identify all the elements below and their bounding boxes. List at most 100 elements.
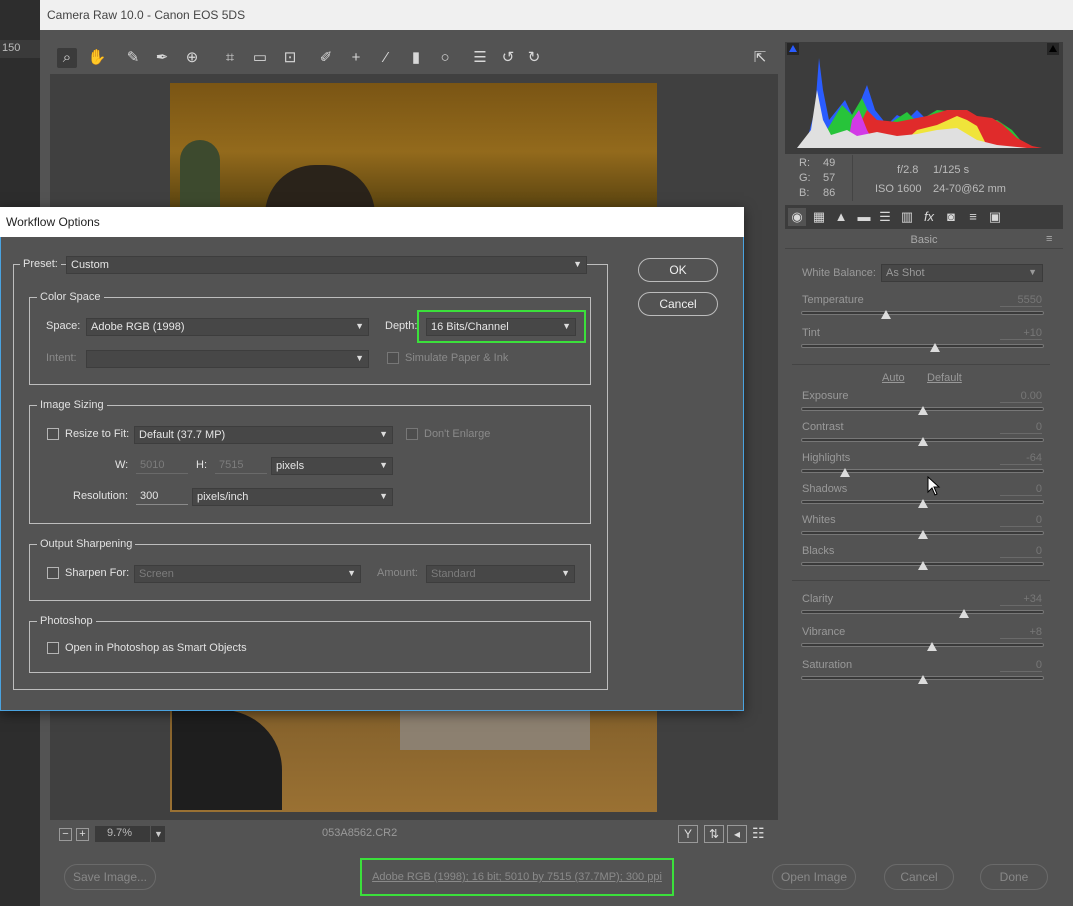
slider-value[interactable]: +10 [1000,327,1042,340]
targeted-adjust-icon[interactable]: ⊕ [182,48,202,68]
camera-calibration-tab-icon[interactable]: ◙ [942,208,960,226]
slider-thumb[interactable] [929,343,940,352]
copy-settings-icon[interactable]: ◂ [727,825,747,843]
crop-icon[interactable]: ⌗ [220,48,240,68]
spot-removal-icon[interactable]: ✐ [316,48,336,68]
chevron-down-icon[interactable]: ▼ [150,826,166,842]
size-unit-value: pixels [276,460,305,472]
zoom-icon[interactable]: ⌕ [57,48,77,68]
height-label: H: [196,459,207,471]
list-icon[interactable]: ☰ [470,48,490,68]
zoom-in-button[interactable]: + [76,828,89,841]
default-link[interactable]: Default [927,372,962,384]
graduated-filter-icon[interactable]: ▮ [406,48,426,68]
chevron-down-icon: ▼ [1028,267,1037,277]
color-sampler-icon[interactable]: ✒ [152,48,172,68]
sharpen-for-checkbox[interactable] [47,567,59,579]
b-label: B: [799,187,810,199]
swap-icon[interactable]: ⇅ [704,825,724,843]
preset-label: Preset: [20,258,61,270]
white-balance-select[interactable]: As Shot ▼ [881,264,1043,282]
white-balance-icon[interactable]: ✎ [123,48,143,68]
before-after-icon[interactable]: Y [678,825,698,843]
resolution-input[interactable]: 300 [136,488,188,505]
slider-value[interactable]: 0 [1000,483,1042,496]
split-toning-tab-icon[interactable]: ☰ [876,208,894,226]
ok-button[interactable]: OK [638,258,718,282]
slider-thumb[interactable] [839,468,850,477]
lens-tab-icon[interactable]: ▥ [898,208,916,226]
slider-value[interactable]: -64 [1000,452,1042,465]
slider-track[interactable] [801,610,1044,614]
detail-tab-icon[interactable]: ▲ [832,208,850,226]
slider-thumb[interactable] [881,310,892,319]
preset-select[interactable]: Custom ▼ [66,256,587,274]
resolution-unit-select[interactable]: pixels/inch ▼ [192,488,393,506]
save-image-button[interactable]: Save Image... [64,864,156,890]
slider-thumb[interactable] [917,530,928,539]
chevron-down-icon: ▼ [355,353,364,363]
basic-tab-icon[interactable]: ◉ [788,208,806,226]
resize-select[interactable]: Default (37.7 MP) ▼ [134,426,393,444]
slider-value[interactable]: 0 [1000,659,1042,672]
straighten-icon[interactable]: ▭ [250,48,270,68]
radial-filter-icon[interactable]: ○ [435,48,455,68]
slider-track[interactable] [801,344,1044,348]
slider-value[interactable]: 0 [1000,421,1042,434]
effects-tab-icon[interactable]: fx [920,208,938,226]
open-preferences-icon[interactable]: ⇱ [750,48,770,68]
slider-track[interactable] [801,643,1044,647]
simulate-paper-checkbox[interactable] [387,352,399,364]
amount-select[interactable]: Standard ▼ [426,565,575,583]
hand-icon[interactable]: ✋ [87,48,107,68]
slider-thumb[interactable] [917,406,928,415]
cancel-button[interactable]: Cancel [884,864,954,890]
slider-thumb[interactable] [917,561,928,570]
slider-value[interactable]: +34 [1000,593,1042,606]
slider-track[interactable] [801,469,1044,473]
slider-thumb[interactable] [917,499,928,508]
space-select[interactable]: Adobe RGB (1998) ▼ [86,318,369,336]
slider-thumb[interactable] [927,642,938,651]
height-input[interactable]: 7515 [215,457,267,474]
slider-track[interactable] [801,311,1044,315]
dialog-cancel-button[interactable]: Cancel [638,292,718,316]
intent-select[interactable]: ▼ [86,350,369,368]
slider-thumb[interactable] [917,675,928,684]
white-balance-value: As Shot [886,267,925,279]
done-button[interactable]: Done [980,864,1048,890]
slider-value[interactable]: 0.00 [1000,390,1042,403]
resize-to-fit-checkbox[interactable] [47,428,59,440]
hsl-tab-icon[interactable]: ▬ [855,208,873,226]
width-input[interactable]: 5010 [136,457,188,474]
slider-value[interactable]: +8 [1000,626,1042,639]
workflow-options-link[interactable]: Adobe RGB (1998); 16 bit; 5010 by 7515 (… [360,858,674,896]
slider-thumb[interactable] [917,437,928,446]
settings-icon[interactable]: ☷ [752,825,765,842]
slider-value[interactable]: 0 [1000,514,1042,527]
size-unit-select[interactable]: pixels ▼ [271,457,393,475]
adjustment-brush-icon[interactable]: ⁄ [376,48,396,68]
chevron-down-icon: ▼ [379,460,388,470]
presets-tab-icon[interactable]: ≡ [964,208,982,226]
slider-value[interactable]: 5550 [1000,294,1042,307]
output-sharpening-title: Output Sharpening [37,538,136,550]
slider-value[interactable]: 0 [1000,545,1042,558]
transform-icon[interactable]: ⊡ [280,48,300,68]
open-image-button[interactable]: Open Image [772,864,856,890]
dialog-title: Workflow Options [0,207,744,237]
auto-link[interactable]: Auto [882,372,905,384]
dont-enlarge-checkbox[interactable] [406,428,418,440]
panel-menu-icon[interactable]: ≡ [1046,233,1052,245]
slider-label: Saturation [802,659,853,671]
smart-objects-checkbox[interactable] [47,642,59,654]
zoom-out-button[interactable]: − [59,828,72,841]
red-eye-icon[interactable]: + [346,48,366,68]
rotate-cw-icon[interactable]: ↻ [524,48,544,68]
snapshots-tab-icon[interactable]: ▣ [986,208,1004,226]
sharpen-for-select[interactable]: Screen ▼ [134,565,361,583]
tone-curve-tab-icon[interactable]: ▦ [810,208,828,226]
slider-thumb[interactable] [958,609,969,618]
preset-value: Custom [71,259,109,271]
rotate-ccw-icon[interactable]: ↺ [498,48,518,68]
